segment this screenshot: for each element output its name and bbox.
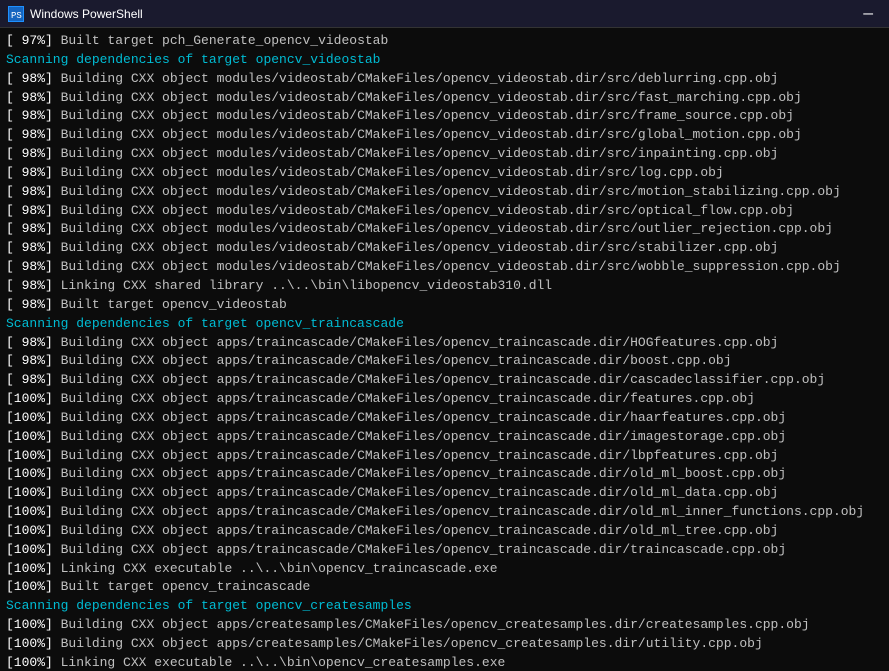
terminal-line: [ 98%] Building CXX object modules/video… [6, 107, 883, 126]
terminal-line: [100%] Linking CXX executable ..\..\bin\… [6, 654, 883, 671]
window-title: Windows PowerShell [30, 7, 855, 21]
terminal-line: [100%] Building CXX object apps/traincas… [6, 428, 883, 447]
terminal-line: Scanning dependencies of target opencv_c… [6, 597, 883, 616]
terminal-line: [ 98%] Building CXX object modules/video… [6, 164, 883, 183]
terminal-line: [100%] Building CXX object apps/createsa… [6, 635, 883, 654]
terminal-line: [100%] Building CXX object apps/createsa… [6, 616, 883, 635]
titlebar: PS Windows PowerShell — [0, 0, 889, 28]
terminal-line: [ 98%] Building CXX object modules/video… [6, 70, 883, 89]
terminal-line: [100%] Building CXX object apps/traincas… [6, 522, 883, 541]
terminal-line: [ 98%] Building CXX object modules/video… [6, 202, 883, 221]
powershell-icon: PS [8, 6, 24, 22]
terminal-line: [100%] Linking CXX executable ..\..\bin\… [6, 560, 883, 579]
terminal-line: [ 98%] Building CXX object apps/traincas… [6, 334, 883, 353]
terminal-line: [ 98%] Building CXX object modules/video… [6, 220, 883, 239]
terminal-line: [100%] Building CXX object apps/traincas… [6, 409, 883, 428]
svg-text:PS: PS [11, 11, 22, 21]
terminal-line: [ 98%] Building CXX object modules/video… [6, 239, 883, 258]
terminal-line: [100%] Building CXX object apps/traincas… [6, 390, 883, 409]
terminal-line: [100%] Built target opencv_traincascade [6, 578, 883, 597]
terminal-line: Scanning dependencies of target opencv_v… [6, 51, 883, 70]
terminal-line: [100%] Building CXX object apps/traincas… [6, 541, 883, 560]
terminal-output: [ 97%] Built target pch_Generate_opencv_… [0, 28, 889, 671]
terminal-line: [ 98%] Building CXX object modules/video… [6, 145, 883, 164]
terminal-line: Scanning dependencies of target opencv_t… [6, 315, 883, 334]
terminal-line: [100%] Building CXX object apps/traincas… [6, 447, 883, 466]
terminal-line: [ 98%] Building CXX object modules/video… [6, 126, 883, 145]
terminal-line: [100%] Building CXX object apps/traincas… [6, 484, 883, 503]
terminal-line: [100%] Building CXX object apps/traincas… [6, 465, 883, 484]
terminal-line: [ 98%] Building CXX object apps/traincas… [6, 352, 883, 371]
terminal-line: [ 98%] Building CXX object modules/video… [6, 258, 883, 277]
terminal-line: [ 97%] Built target pch_Generate_opencv_… [6, 32, 883, 51]
terminal-line: [ 98%] Linking CXX shared library ..\..\… [6, 277, 883, 296]
terminal-line: [ 98%] Building CXX object apps/traincas… [6, 371, 883, 390]
terminal-line: [ 98%] Built target opencv_videostab [6, 296, 883, 315]
terminal-line: [ 98%] Building CXX object modules/video… [6, 89, 883, 108]
terminal-line: [ 98%] Building CXX object modules/video… [6, 183, 883, 202]
terminal-line: [100%] Building CXX object apps/traincas… [6, 503, 883, 522]
minimize-button[interactable]: — [855, 0, 881, 28]
